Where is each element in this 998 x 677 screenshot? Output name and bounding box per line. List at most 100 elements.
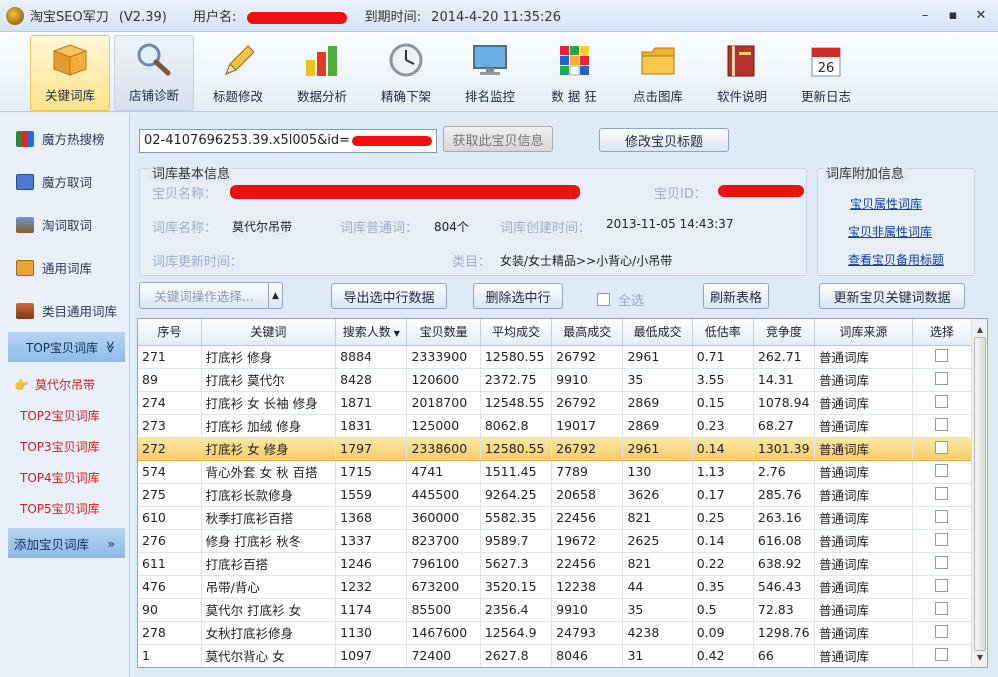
column-header[interactable]: 选择 bbox=[912, 319, 973, 346]
sidebar-subitem-top5[interactable]: TOP5宝贝词库 bbox=[0, 493, 129, 524]
table-cell: 22456 bbox=[551, 552, 624, 576]
column-header-sorted[interactable]: 搜索人数 ▼ bbox=[335, 319, 408, 346]
table-row[interactable]: 272 打底衫 女 修身 1797 2338600 12580.55 26792 2961 0… bbox=[138, 436, 973, 461]
checkbox[interactable] bbox=[597, 293, 610, 306]
tool-data-analysis[interactable]: 数据分析 bbox=[282, 35, 362, 111]
table-cell: 12580.55 bbox=[480, 345, 553, 369]
table-cell: 20658 bbox=[551, 483, 624, 507]
table-row[interactable]: 278 女秋打底衫修身 1130 1467600 12564.9 24793 4238 0.0… bbox=[138, 621, 973, 645]
table-cell: 8046 bbox=[551, 644, 624, 667]
link-view-backup-titles[interactable]: 查看宝贝备用标题 bbox=[848, 251, 944, 268]
column-header[interactable]: 低估率 bbox=[692, 319, 754, 346]
table-row[interactable]: 276 修身 打底衫 秋冬 1337 823700 9589.7 19672 2625 0.1… bbox=[138, 529, 973, 553]
tool-precise-delist[interactable]: 精确下架 bbox=[366, 35, 446, 111]
table-row[interactable]: 273 打底衫 加绒 修身 1831 125000 8062.8 19017 2869 0.2… bbox=[138, 414, 973, 438]
sidebar-subitem-top3[interactable]: TOP3宝贝词库 bbox=[0, 431, 129, 462]
table-cell: 打底衫 加绒 修身 bbox=[201, 414, 337, 438]
table-cell: 4741 bbox=[406, 460, 481, 484]
row-checkbox[interactable] bbox=[935, 394, 949, 408]
update-keyword-data-button[interactable]: 更新宝贝关键词数据 bbox=[819, 283, 965, 309]
export-selected-button[interactable]: 导出选中行数据 bbox=[331, 283, 447, 309]
tool-software-manual[interactable]: 软件说明 bbox=[702, 35, 782, 111]
tool-title-edit[interactable]: 标题修改 bbox=[198, 35, 278, 111]
link-item-attribute-library[interactable]: 宝贝属性词库 bbox=[850, 195, 922, 212]
select-all-checkbox[interactable]: 全选 bbox=[597, 290, 644, 309]
tool-keyword-library[interactable]: 关键词库 bbox=[30, 35, 110, 111]
row-checkbox[interactable] bbox=[935, 509, 949, 523]
column-header[interactable]: 词库来源 bbox=[814, 319, 913, 346]
add-item-library-button[interactable]: 添加宝贝词库 » bbox=[8, 528, 125, 558]
table-row[interactable]: 476 吊带/背心 1232 673200 3520.15 12238 44 0.35 546.… bbox=[138, 575, 973, 599]
row-checkbox[interactable] bbox=[935, 440, 949, 454]
column-header[interactable]: 序号 bbox=[138, 319, 202, 346]
fetch-item-info-button[interactable]: 获取此宝贝信息 bbox=[443, 126, 553, 152]
tool-data-mania[interactable]: 数 据 狂 bbox=[534, 35, 614, 111]
row-checkbox[interactable] bbox=[935, 417, 949, 431]
column-header[interactable]: 最高成交 bbox=[551, 319, 624, 346]
sidebar-subitem-modal-camisole[interactable]: 👉 莫代尔吊带 bbox=[0, 369, 129, 400]
table-cell: 35 bbox=[622, 598, 693, 622]
tool-click-gallery[interactable]: 点击图库 bbox=[618, 35, 698, 111]
table-cell: 0.14 bbox=[692, 436, 754, 461]
table-row[interactable]: 611 打底衫百搭 1246 796100 5627.3 22456 821 0.22 638.… bbox=[138, 552, 973, 576]
sidebar-item-category-library[interactable]: 类目通用词库 bbox=[0, 289, 129, 332]
vertical-scrollbar[interactable]: ▲ ▼ bbox=[971, 319, 987, 667]
sidebar-subitem-top2[interactable]: TOP2宝贝词库 bbox=[0, 400, 129, 431]
item-url-input[interactable]: 02-4107696253.39.x5l005&id= bbox=[139, 129, 437, 153]
tool-label: 点击图库 bbox=[632, 89, 683, 104]
close-button[interactable]: ✕ bbox=[974, 8, 988, 23]
tool-shop-diagnosis[interactable]: 店铺诊断 bbox=[114, 35, 194, 111]
column-header[interactable]: 最低成交 bbox=[622, 319, 693, 346]
row-checkbox[interactable] bbox=[935, 555, 949, 569]
sidebar-item-general-library[interactable]: 通用词库 bbox=[0, 246, 129, 289]
add-library-label: 添加宝贝词库 bbox=[14, 536, 90, 552]
table-row[interactable]: 1 莫代尔背心 女 1097 72400 2627.8 8046 31 0.42 66 普通词库 bbox=[138, 644, 973, 667]
scroll-down-icon[interactable]: ▼ bbox=[972, 649, 987, 665]
minimize-button[interactable]: – bbox=[918, 8, 932, 23]
column-header[interactable]: 平均成交 bbox=[480, 319, 553, 346]
row-checkbox[interactable] bbox=[935, 463, 949, 477]
refresh-table-button[interactable]: 刷新表格 bbox=[703, 283, 769, 309]
table-cell: 26792 bbox=[551, 391, 624, 415]
column-header[interactable]: 关键词 bbox=[201, 319, 337, 346]
row-checkbox[interactable] bbox=[935, 601, 949, 615]
select-cell bbox=[912, 391, 973, 415]
row-checkbox[interactable] bbox=[935, 647, 949, 661]
sidebar-item-rubik-fetch[interactable]: 魔方取词 bbox=[0, 160, 129, 203]
scroll-thumb[interactable] bbox=[974, 337, 986, 651]
table-row[interactable]: 574 背心外套 女 秋 百搭 1715 4741 1511.45 7789 130 1.13… bbox=[138, 460, 973, 484]
edit-item-title-button[interactable]: 修改宝贝标题 bbox=[599, 128, 729, 152]
table-row[interactable]: 89 打底衫 莫代尔 8428 120600 2372.75 9910 35 3.55 14.3… bbox=[138, 368, 973, 392]
delete-selected-button[interactable]: 删除选中行 bbox=[473, 283, 563, 309]
tool-changelog[interactable]: 26 更新日志 bbox=[786, 35, 866, 111]
row-checkbox[interactable] bbox=[935, 624, 949, 638]
triangle-up-icon[interactable]: ▲ bbox=[268, 283, 282, 308]
row-checkbox[interactable] bbox=[935, 532, 949, 546]
keyword-operation-select[interactable]: 关键词操作选择... ▲ bbox=[139, 282, 283, 309]
table-row[interactable]: 275 打底衫长款修身 1559 445500 9264.25 20658 3626 0.17… bbox=[138, 483, 973, 507]
table-cell: 476 bbox=[138, 575, 202, 599]
row-checkbox[interactable] bbox=[935, 486, 949, 500]
sidebar-subitem-top4[interactable]: TOP4宝贝词库 bbox=[0, 462, 129, 493]
column-header[interactable]: 宝贝数量 bbox=[406, 319, 481, 346]
row-checkbox[interactable] bbox=[935, 371, 949, 385]
select-cell bbox=[912, 345, 973, 369]
table-cell: 823700 bbox=[406, 529, 481, 553]
pointing-hand-icon: 👉 bbox=[14, 377, 29, 392]
table-row[interactable]: 90 莫代尔 打底衫 女 1174 85500 2356.4 9910 35 0.5 72.83… bbox=[138, 598, 973, 622]
sidebar-group-top-library[interactable]: TOP宝贝词库 ≫ bbox=[8, 332, 125, 362]
table-row[interactable]: 271 打底衫 修身 8884 2333900 12580.55 26792 2961 0.7… bbox=[138, 345, 973, 369]
sidebar-item-taoci-fetch[interactable]: 淘词取词 bbox=[0, 203, 129, 246]
sidebar-item-rubik-hot-search[interactable]: 魔方热搜榜 bbox=[0, 117, 129, 160]
scroll-up-icon[interactable]: ▲ bbox=[972, 321, 987, 337]
maximize-button[interactable]: ▪ bbox=[946, 8, 960, 23]
row-checkbox[interactable] bbox=[935, 578, 949, 592]
tool-rank-monitor[interactable]: 排名监控 bbox=[450, 35, 530, 111]
row-checkbox[interactable] bbox=[935, 348, 949, 362]
link-item-non-attribute-library[interactable]: 宝贝非属性词库 bbox=[848, 223, 932, 240]
box-icon bbox=[16, 259, 34, 276]
table-cell: 66 bbox=[753, 644, 816, 667]
table-row[interactable]: 274 打底衫 女 长袖 修身 1871 2018700 12548.55 26792 28… bbox=[138, 391, 973, 415]
column-header[interactable]: 竞争度 bbox=[753, 319, 816, 346]
table-row[interactable]: 610 秋季打底衫百搭 1368 360000 5582.35 22456 821 0.25 2… bbox=[138, 506, 973, 530]
